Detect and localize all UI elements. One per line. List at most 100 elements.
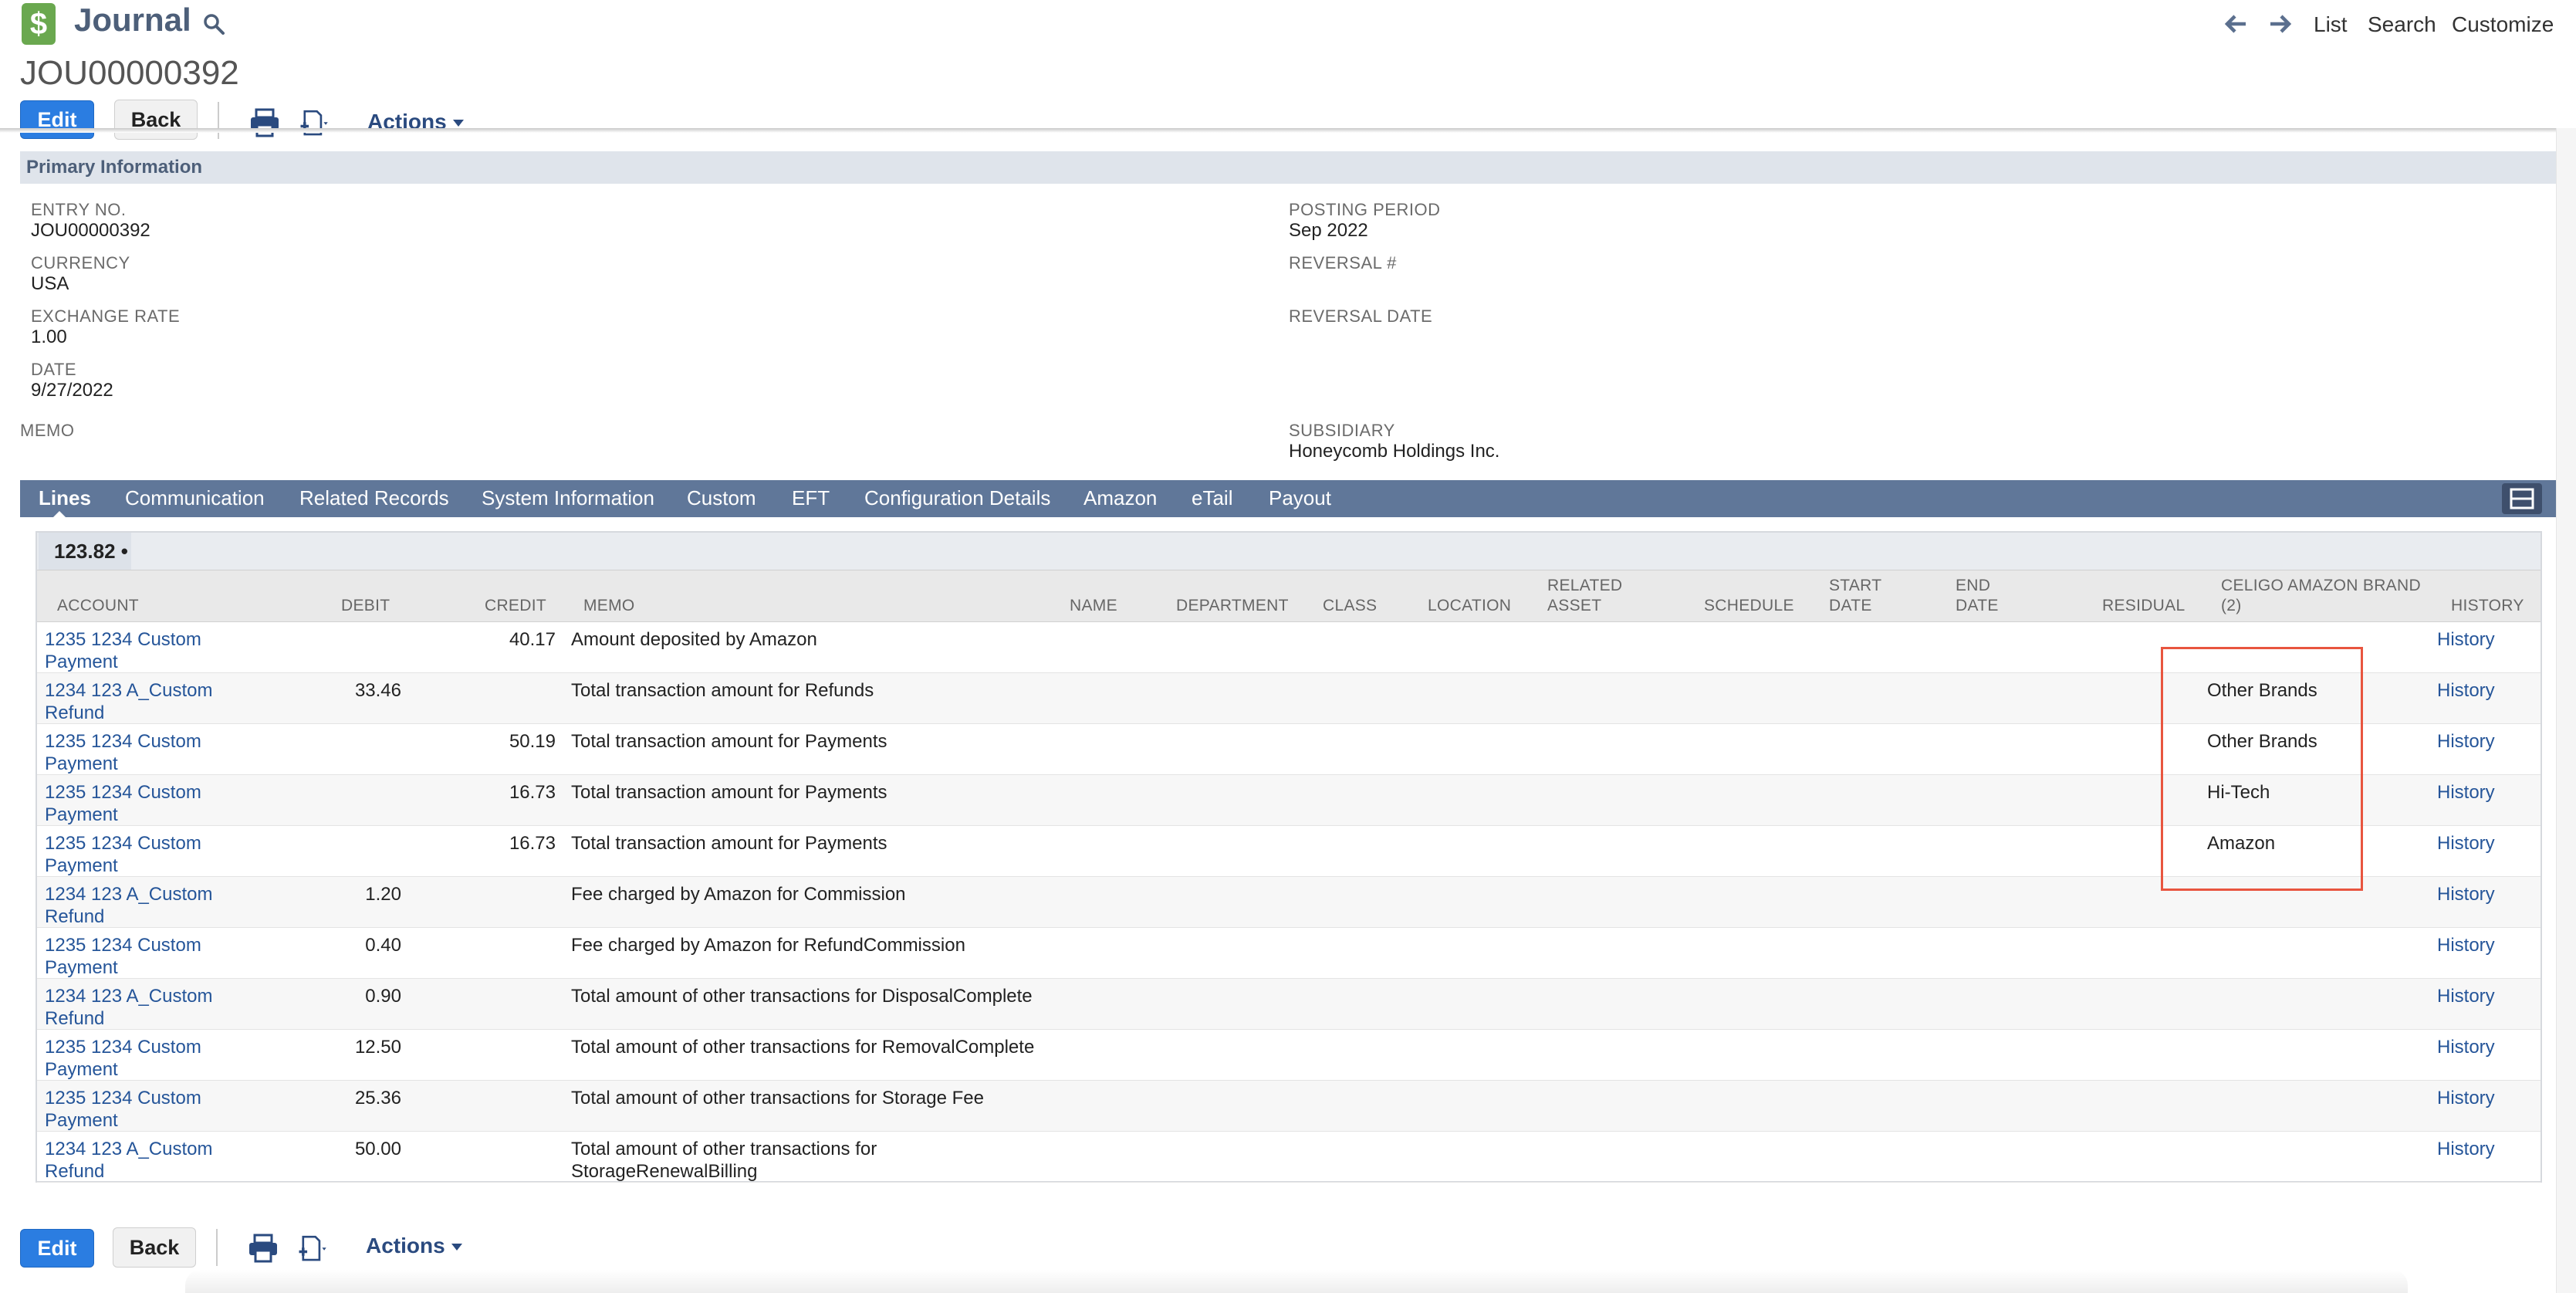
account-link[interactable]: 1235 1234 Custom Payment — [45, 832, 245, 877]
history-link[interactable]: History — [2437, 1087, 2495, 1109]
memo-cell-line1: Fee charged by Amazon for Commission — [571, 884, 906, 905]
print-icon-bottom[interactable] — [247, 1234, 281, 1264]
account-link[interactable]: 1235 1234 Custom Payment — [45, 1036, 245, 1081]
new-document-icon[interactable] — [298, 108, 332, 139]
date-label: DATE — [31, 360, 77, 379]
col-memo[interactable]: MEMO — [583, 596, 635, 616]
col-related-asset[interactable]: RELATED ASSET — [1547, 576, 1622, 616]
col-account[interactable]: ACCOUNT — [57, 596, 139, 616]
posting-period-value: Sep 2022 — [1289, 220, 1368, 241]
history-link[interactable]: History — [2437, 883, 2495, 905]
credit-cell-line1: 50.19 — [509, 731, 556, 752]
view-toggle-button[interactable] — [2502, 483, 2542, 514]
memo-cell: Total amount of other transactions for R… — [571, 1036, 1034, 1058]
col-end-date-line1: END — [1956, 577, 1991, 594]
tab-payout[interactable]: Payout — [1269, 486, 1331, 510]
posting-period-label: POSTING PERIOD — [1289, 200, 1441, 219]
toolbar-divider — [218, 102, 219, 139]
history-link[interactable]: History — [2437, 679, 2495, 702]
account-link[interactable]: 1234 123 A_Custom Refund — [45, 985, 245, 1030]
history-link[interactable]: History — [2437, 781, 2495, 804]
history-link[interactable]: History — [2437, 1036, 2495, 1058]
history-link[interactable]: History — [2437, 628, 2495, 651]
credit-cell: 40.17 — [384, 628, 556, 651]
tab-system-information[interactable]: System Information — [482, 486, 654, 510]
tab-lines[interactable]: Lines — [39, 486, 91, 510]
col-class[interactable]: CLASS — [1323, 596, 1377, 616]
credit-cell: 16.73 — [384, 832, 556, 855]
actions-menu-bottom[interactable]: Actions — [366, 1234, 462, 1258]
account-link[interactable]: 1235 1234 Custom Payment — [45, 628, 245, 673]
col-location[interactable]: LOCATION — [1428, 596, 1511, 616]
account-link[interactable]: 1234 123 A_Custom Refund — [45, 1138, 245, 1183]
account-link-line2: Refund — [45, 702, 105, 723]
account-link[interactable]: 1234 123 A_Custom Refund — [45, 679, 245, 724]
account-link-line1: 1234 123 A_Custom — [45, 1139, 213, 1159]
account-link[interactable]: 1235 1234 Custom Payment — [45, 781, 245, 826]
memo-cell: Fee charged by Amazon for Commission — [571, 883, 906, 905]
col-credit[interactable]: CREDIT — [485, 596, 546, 616]
nav-customize-link[interactable]: Customize — [2452, 12, 2554, 37]
col-residual[interactable]: RESIDUAL — [2102, 596, 2185, 616]
back-arrow-icon[interactable] — [2223, 12, 2249, 36]
history-link[interactable]: History — [2437, 934, 2495, 956]
forward-arrow-icon[interactable] — [2267, 12, 2294, 36]
tab-amazon[interactable]: Amazon — [1083, 486, 1157, 510]
back-button[interactable]: Back — [114, 100, 198, 140]
debit-cell-line1: 0.90 — [365, 986, 401, 1007]
account-link[interactable]: 1235 1234 Custom Payment — [45, 730, 245, 775]
col-start-date-line1: START — [1829, 577, 1882, 594]
nav-list-link[interactable]: List — [2314, 12, 2348, 37]
entry-no-value: JOU00000392 — [31, 220, 150, 241]
table-row[interactable]: 1234 123 A_Custom Refund 0.90 Total amount … — [37, 979, 2541, 1030]
edit-button-bottom[interactable]: Edit — [20, 1229, 94, 1268]
debit-cell: 0.90 — [230, 985, 401, 1007]
credit-cell: 50.19 — [384, 730, 556, 753]
table-row[interactable]: 1235 1234 Custom Payment 25.36 Total amount… — [37, 1081, 2541, 1132]
history-link[interactable]: History — [2437, 985, 2495, 1007]
nav-search-link[interactable]: Search — [2368, 12, 2436, 37]
history-link-line1: History — [2437, 782, 2495, 803]
table-row[interactable]: 1234 123 A_Custom Refund 50.00 Total amount… — [37, 1132, 2541, 1183]
col-history[interactable]: HISTORY — [2451, 596, 2524, 616]
back-button-bottom[interactable]: Back — [113, 1227, 196, 1268]
col-name[interactable]: NAME — [1070, 596, 1117, 616]
col-start-date[interactable]: START DATE — [1829, 576, 1881, 616]
account-link[interactable]: 1234 123 A_Custom Refund — [45, 883, 245, 928]
print-icon[interactable] — [248, 108, 282, 139]
account-link[interactable]: 1235 1234 Custom Payment — [45, 934, 245, 979]
col-end-date[interactable]: END DATE — [1956, 576, 1999, 616]
tab-etail[interactable]: eTail — [1192, 486, 1232, 510]
edit-button[interactable]: Edit — [20, 100, 94, 139]
col-celigo-amazon-brand[interactable]: CELIGO AMAZON BRAND (2) — [2221, 576, 2421, 616]
tab-communication[interactable]: Communication — [125, 486, 265, 510]
memo-cell: Total amount of other transactions for D… — [571, 985, 1033, 1007]
col-department[interactable]: DEPARTMENT — [1176, 596, 1289, 616]
search-icon[interactable] — [202, 12, 225, 36]
account-link[interactable]: 1235 1234 Custom Payment — [45, 1087, 245, 1132]
tab-configuration-details[interactable]: Configuration Details — [864, 486, 1050, 510]
col-debit[interactable]: DEBIT — [341, 596, 390, 616]
tab-custom[interactable]: Custom — [687, 486, 756, 510]
record-id: JOU00000392 — [20, 54, 239, 92]
credit-cell: 16.73 — [384, 781, 556, 804]
history-link[interactable]: History — [2437, 730, 2495, 753]
subsidiary-value: Honeycomb Holdings Inc. — [1289, 441, 1500, 462]
date-value: 9/27/2022 — [31, 380, 113, 401]
scrollbar[interactable] — [2556, 128, 2576, 1293]
history-link[interactable]: History — [2437, 1138, 2495, 1160]
history-link[interactable]: History — [2437, 832, 2495, 855]
primary-info-header[interactable] — [20, 151, 2556, 184]
memo-cell-line1: Total amount of other transactions for — [571, 1139, 877, 1159]
debit-cell: 1.20 — [230, 883, 401, 905]
col-schedule[interactable]: SCHEDULE — [1704, 596, 1794, 616]
memo-cell: Amount deposited by Amazon — [571, 628, 817, 651]
tab-eft[interactable]: EFT — [792, 486, 830, 510]
tab-related-records[interactable]: Related Records — [299, 486, 449, 510]
brand-highlight-box — [2161, 647, 2363, 891]
table-row[interactable]: 1235 1234 Custom Payment 0.40 Fee charged b… — [37, 928, 2541, 979]
table-row[interactable]: 1235 1234 Custom Payment 12.50 Total amount… — [37, 1030, 2541, 1081]
history-link-line1: History — [2437, 1088, 2495, 1109]
new-document-icon-bottom[interactable] — [296, 1234, 330, 1264]
account-link-line2: Payment — [45, 652, 118, 672]
